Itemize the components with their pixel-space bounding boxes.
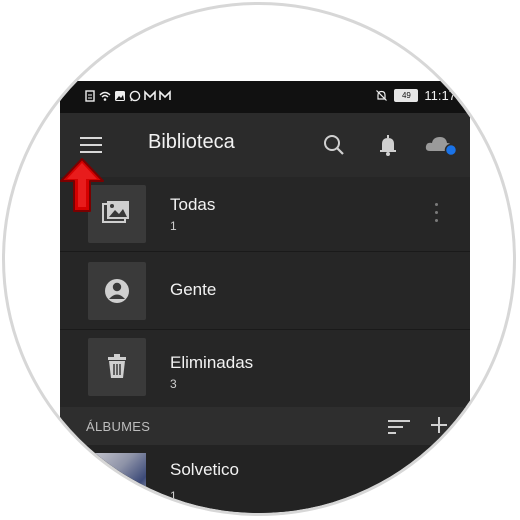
status-bar-right-icons: 49 11:17 (375, 88, 456, 103)
bell-icon[interactable] (374, 131, 402, 159)
trash-icon (108, 354, 126, 378)
mail-icon (159, 90, 171, 100)
circular-frame: 49 11:17 Biblioteca Todas 1 Gente Elimin… (2, 2, 516, 516)
more-options-icon[interactable] (432, 201, 442, 227)
list-item-count: 1 (170, 219, 177, 233)
phone-screen: 49 11:17 Biblioteca Todas 1 Gente Elimin… (60, 81, 470, 513)
doc-icon (85, 90, 95, 102)
mute-bell-icon (376, 90, 388, 101)
list-item-label: Eliminadas (170, 353, 254, 372)
list-item-label: Gente (170, 280, 217, 299)
thumbnail (88, 338, 146, 396)
plus-icon[interactable] (430, 416, 448, 434)
red-arrow-icon (60, 158, 104, 212)
list-item-todas[interactable]: Todas 1 (60, 177, 470, 252)
album-thumbnail (88, 453, 146, 511)
app-bar: Biblioteca (60, 113, 470, 177)
status-bar-left-icons (84, 90, 171, 102)
albums-section-header: ÁLBUMES (60, 407, 470, 445)
sort-icon[interactable] (388, 417, 410, 435)
list-item-eliminadas[interactable]: Eliminadas 3 (60, 330, 470, 408)
list-item-label: Todas (170, 195, 216, 214)
mail-icon (144, 90, 156, 100)
status-bar: 49 11:17 (60, 81, 470, 113)
page-title: Biblioteca (148, 131, 235, 153)
person-icon (105, 279, 129, 303)
wifi-icon (99, 91, 111, 101)
whatsapp-icon (129, 90, 141, 102)
photo-icon (115, 91, 125, 101)
thumbnail (88, 262, 146, 320)
album-item-solvetico[interactable]: Solvetico 1 (60, 445, 470, 513)
section-title: ÁLBUMES (86, 419, 151, 434)
cloud-icon[interactable] (424, 131, 460, 159)
list-item-gente[interactable]: Gente (60, 252, 470, 330)
album-label: Solvetico (170, 460, 239, 479)
search-icon[interactable] (320, 131, 348, 159)
battery-icon: 49 (394, 89, 419, 102)
list-item-count: 3 (170, 377, 177, 391)
hamburger-menu-icon[interactable] (78, 133, 106, 157)
status-time: 11:17 (424, 88, 456, 103)
album-count: 1 (170, 489, 177, 503)
